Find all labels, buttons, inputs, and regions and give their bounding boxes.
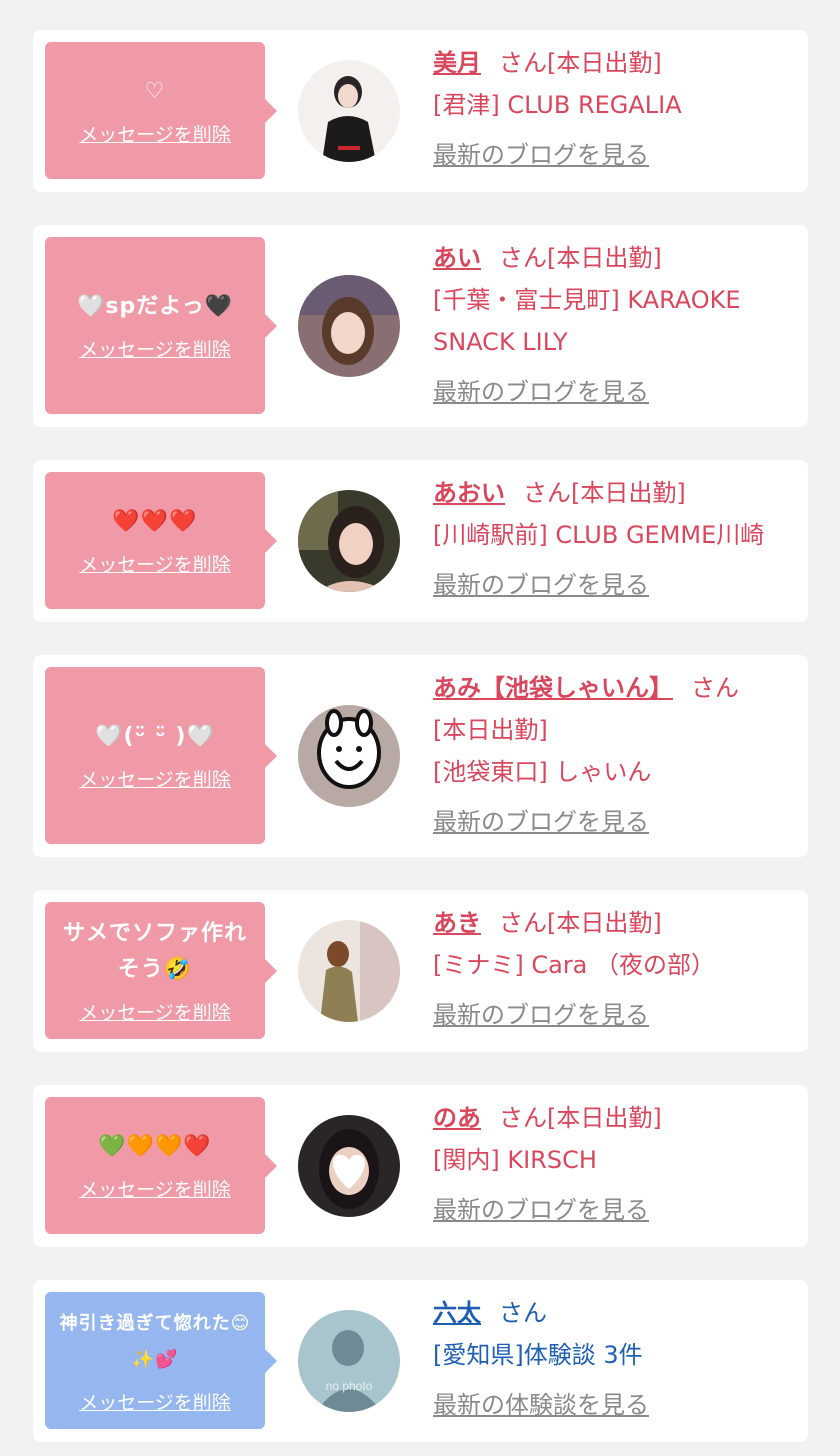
avatar[interactable]: no photo [298, 1310, 400, 1412]
delete-message-link[interactable]: メッセージを削除 [79, 1175, 231, 1202]
latest-blog-link[interactable]: 最新のブログを見る [433, 1189, 649, 1231]
latest-blog-link[interactable]: 最新のブログを見る [433, 801, 649, 843]
shop-label: [千葉・富士見町] KARAOKE SNACK LILY [433, 286, 741, 356]
message-card: サメでソファ作れそう🤣 メッセージを削除 あき さん[本日出勤] [ミナミ] Ca… [33, 890, 808, 1052]
cast-info: あき さん[本日出勤] [ミナミ] Cara （夜の部） 最新のブログを見る [433, 902, 788, 1036]
message-bubble: 🤍spだよっ🖤 メッセージを削除 [45, 237, 277, 414]
message-text: ♡ [144, 79, 166, 104]
delete-message-link[interactable]: メッセージを削除 [79, 550, 231, 577]
status-label: [本日出勤] [433, 716, 548, 744]
honorific: さん[本日出勤] [499, 1104, 662, 1132]
cast-name-link[interactable]: のあ [433, 1104, 481, 1132]
user-info: 六太 さん [愛知県]体験談 3件 最新の体験談を見る [433, 1292, 788, 1426]
honorific: さん[本日出勤] [499, 909, 662, 937]
honorific: さん[本日出勤] [499, 244, 662, 272]
latest-blog-link[interactable]: 最新のブログを見る [433, 371, 649, 413]
avatar[interactable] [298, 275, 400, 377]
cast-info: あい さん[本日出勤] [千葉・富士見町] KARAOKE SNACK LILY … [433, 237, 788, 413]
avatar[interactable] [298, 705, 400, 807]
message-bubble: サメでソファ作れそう🤣 メッセージを削除 [45, 902, 277, 1039]
delete-message-link[interactable]: メッセージを削除 [79, 765, 231, 792]
message-bubble: 🤍(ᵕ̈ ᵕ̈ )🤍 メッセージを削除 [45, 667, 277, 844]
message-card: 💚🧡🧡❤️ メッセージを削除 のあ さん[本日出勤] [関内] KIRSCH 最新… [33, 1085, 808, 1247]
avatar[interactable] [298, 920, 400, 1022]
shop-label: [池袋東口] しゃいん [433, 758, 652, 786]
no-photo-label: no photo [326, 1379, 373, 1393]
shop-label: [川崎駅前] CLUB GEMME川崎 [433, 521, 765, 549]
review-count-label: [愛知県]体験談 3件 [433, 1341, 643, 1369]
cast-info: あみ【池袋しゃいん】 さん [本日出勤] [池袋東口] しゃいん 最新のブログを見… [433, 667, 788, 843]
message-text: 神引き過ぎて惚れた😊✨💕 [59, 1313, 251, 1370]
message-card: 🤍(ᵕ̈ ᵕ̈ )🤍 メッセージを削除 あみ【池袋しゃいん】 さん [本日出勤] … [33, 655, 808, 857]
avatar[interactable] [298, 490, 400, 592]
cast-name-link[interactable]: あみ【池袋しゃいん】 [433, 674, 673, 702]
avatar[interactable] [298, 1115, 400, 1217]
message-card: ♡ メッセージを削除 美月 さん[本日出勤] [君津] CLUB REGALIA … [33, 30, 808, 192]
honorific: さん[本日出勤] [499, 49, 662, 77]
message-text: 💚🧡🧡❤️ [98, 1134, 212, 1159]
shop-label: [関内] KIRSCH [433, 1146, 597, 1174]
latest-blog-link[interactable]: 最新のブログを見る [433, 994, 649, 1036]
message-bubble: 💚🧡🧡❤️ メッセージを削除 [45, 1097, 277, 1234]
cast-name-link[interactable]: あき [433, 909, 481, 937]
message-bubble: ♡ メッセージを削除 [45, 42, 277, 179]
shop-label: [ミナミ] Cara （夜の部） [433, 951, 716, 979]
message-text: 🤍spだよっ🖤 [77, 294, 233, 319]
latest-blog-link[interactable]: 最新のブログを見る [433, 134, 649, 176]
avatar[interactable] [298, 60, 400, 162]
honorific: さん [691, 674, 739, 702]
message-card: ❤️❤️❤️ メッセージを削除 あおい さん[本日出勤] [川崎駅前] CLUB … [33, 460, 808, 622]
message-text: ❤️❤️❤️ [112, 509, 198, 534]
message-text: 🤍(ᵕ̈ ᵕ̈ )🤍 [95, 724, 215, 749]
shop-label: [君津] CLUB REGALIA [433, 91, 682, 119]
cast-info: あおい さん[本日出勤] [川崎駅前] CLUB GEMME川崎 最新のブログを見… [433, 472, 788, 606]
delete-message-link[interactable]: メッセージを削除 [79, 998, 231, 1025]
honorific: さん[本日出勤] [523, 479, 686, 507]
message-text: サメでソファ作れそう🤣 [62, 921, 247, 982]
delete-message-link[interactable]: メッセージを削除 [79, 120, 231, 147]
latest-blog-link[interactable]: 最新のブログを見る [433, 564, 649, 606]
cast-name-link[interactable]: あい [433, 244, 481, 272]
cast-info: のあ さん[本日出勤] [関内] KIRSCH 最新のブログを見る [433, 1097, 788, 1231]
message-card: 🤍spだよっ🖤 メッセージを削除 あい さん[本日出勤] [千葉・富士見町] KA… [33, 225, 808, 427]
cast-name-link[interactable]: あおい [433, 479, 505, 507]
message-bubble: ❤️❤️❤️ メッセージを削除 [45, 472, 277, 609]
message-bubble: 神引き過ぎて惚れた😊✨💕 メッセージを削除 [45, 1292, 277, 1429]
honorific: さん [499, 1299, 547, 1327]
latest-review-link[interactable]: 最新の体験談を見る [433, 1384, 649, 1426]
user-name-link[interactable]: 六太 [433, 1299, 481, 1327]
message-card: 神引き過ぎて惚れた😊✨💕 メッセージを削除 no photo 六太 さん [愛知県… [33, 1280, 808, 1442]
cast-info: 美月 さん[本日出勤] [君津] CLUB REGALIA 最新のブログを見る [433, 42, 788, 176]
cast-name-link[interactable]: 美月 [433, 49, 481, 77]
delete-message-link[interactable]: メッセージを削除 [79, 335, 231, 362]
delete-message-link[interactable]: メッセージを削除 [79, 1388, 231, 1415]
